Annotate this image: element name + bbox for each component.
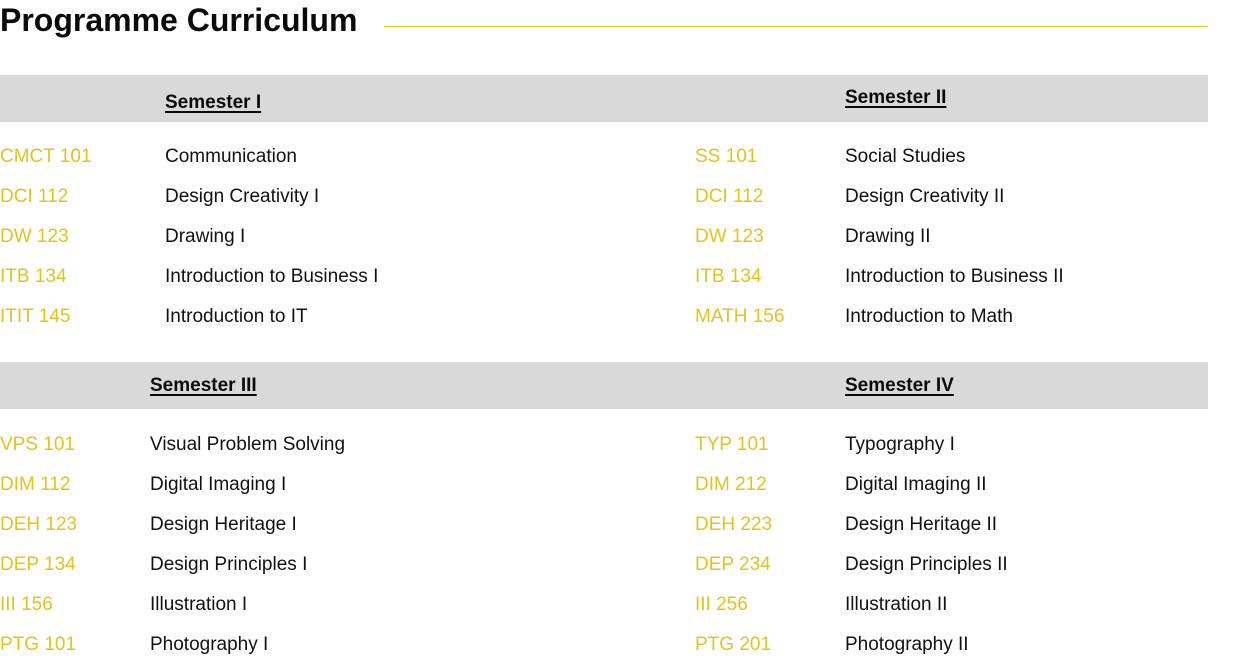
- course-name: Communication: [165, 146, 297, 167]
- course-code: VPS 101: [0, 434, 75, 455]
- course-row: PTG 201 Photography II: [695, 625, 1205, 665]
- course-code: SS 101: [695, 146, 758, 167]
- course-code: ITIT 145: [0, 306, 71, 327]
- course-code: III 156: [0, 594, 53, 615]
- course-name: Introduction to Math: [845, 306, 1013, 327]
- course-row: DW 123 Drawing I: [0, 217, 660, 257]
- course-row: ITB 134 Introduction to Business I: [0, 257, 660, 297]
- course-name: Digital Imaging II: [845, 474, 987, 495]
- course-name: Design Principles II: [845, 554, 1008, 575]
- course-name: Design Creativity II: [845, 186, 1005, 207]
- course-name: Drawing II: [845, 226, 931, 247]
- course-row: ITIT 145 Introduction to IT: [0, 297, 660, 337]
- semester-heading-3: Semester III: [150, 375, 257, 396]
- course-row: VPS 101 Visual Problem Solving: [0, 425, 660, 465]
- course-code: PTG 101: [0, 634, 77, 655]
- course-row: DEH 223 Design Heritage II: [695, 505, 1205, 545]
- course-name: Photography II: [845, 634, 969, 655]
- course-row: DCI 112 Design Creativity I: [0, 177, 660, 217]
- course-code: PTG 201: [695, 634, 772, 655]
- course-name: Introduction to Business II: [845, 266, 1064, 287]
- semester-1-course-list: CMCT 101 Communication DCI 112 Design Cr…: [0, 137, 660, 337]
- course-code: MATH 156: [695, 306, 785, 327]
- semester-heading-1: Semester I: [165, 92, 262, 113]
- semester-3-course-list: VPS 101 Visual Problem Solving DIM 112 D…: [0, 425, 660, 665]
- course-code: DEP 134: [0, 554, 76, 575]
- course-code: III 256: [695, 594, 748, 615]
- semester-heading-2: Semester II: [845, 87, 947, 108]
- course-code: DEH 123: [0, 514, 78, 535]
- course-code: ITB 134: [695, 266, 762, 287]
- course-code: DEH 223: [695, 514, 773, 535]
- course-name: Design Creativity I: [165, 186, 320, 207]
- course-code: TYP 101: [695, 434, 769, 455]
- course-name: Social Studies: [845, 146, 966, 167]
- semester-heading-4: Semester IV: [845, 375, 954, 396]
- course-name: Design Principles I: [150, 554, 308, 575]
- course-code: DIM 212: [695, 474, 767, 495]
- course-code: ITB 134: [0, 266, 67, 287]
- course-code: CMCT 101: [0, 146, 92, 167]
- page-title: Programme Curriculum: [0, 2, 358, 38]
- course-name: Illustration II: [845, 594, 948, 615]
- course-code: DW 123: [695, 226, 764, 247]
- title-row: Programme Curriculum: [0, 0, 1208, 44]
- course-code: DCI 112: [0, 186, 69, 207]
- course-code: DCI 112: [695, 186, 764, 207]
- course-name: Introduction to IT: [165, 306, 308, 327]
- course-row: DEH 123 Design Heritage I: [0, 505, 660, 545]
- course-row: CMCT 101 Communication: [0, 137, 660, 177]
- course-code: DIM 112: [0, 474, 71, 495]
- course-row: TYP 101 Typography I: [695, 425, 1205, 465]
- course-name: Design Heritage I: [150, 514, 297, 535]
- course-name: Introduction to Business I: [165, 266, 379, 287]
- course-row: DEP 234 Design Principles II: [695, 545, 1205, 585]
- course-row: III 156 Illustration I: [0, 585, 660, 625]
- course-row: DCI 112 Design Creativity II: [695, 177, 1205, 217]
- course-row: MATH 156 Introduction to Math: [695, 297, 1205, 337]
- course-name: Typography I: [845, 434, 955, 455]
- course-row: DEP 134 Design Principles I: [0, 545, 660, 585]
- course-row: DW 123 Drawing II: [695, 217, 1205, 257]
- course-row: PTG 101 Photography I: [0, 625, 660, 665]
- course-name: Photography I: [150, 634, 269, 655]
- course-row: DIM 212 Digital Imaging II: [695, 465, 1205, 505]
- course-code: DW 123: [0, 226, 69, 247]
- course-name: Design Heritage II: [845, 514, 998, 535]
- course-name: Illustration I: [150, 594, 248, 615]
- course-code: DEP 234: [695, 554, 771, 575]
- course-row: ITB 134 Introduction to Business II: [695, 257, 1205, 297]
- course-row: III 256 Illustration II: [695, 585, 1205, 625]
- course-row: DIM 112 Digital Imaging I: [0, 465, 660, 505]
- course-name: Visual Problem Solving: [150, 434, 346, 455]
- course-name: Digital Imaging I: [150, 474, 287, 495]
- course-name: Drawing I: [165, 226, 246, 247]
- course-row: SS 101 Social Studies: [695, 137, 1205, 177]
- title-divider: [384, 26, 1208, 27]
- semester-4-course-list: TYP 101 Typography I DIM 212 Digital Ima…: [695, 425, 1205, 665]
- semester-2-course-list: SS 101 Social Studies DCI 112 Design Cre…: [695, 137, 1205, 337]
